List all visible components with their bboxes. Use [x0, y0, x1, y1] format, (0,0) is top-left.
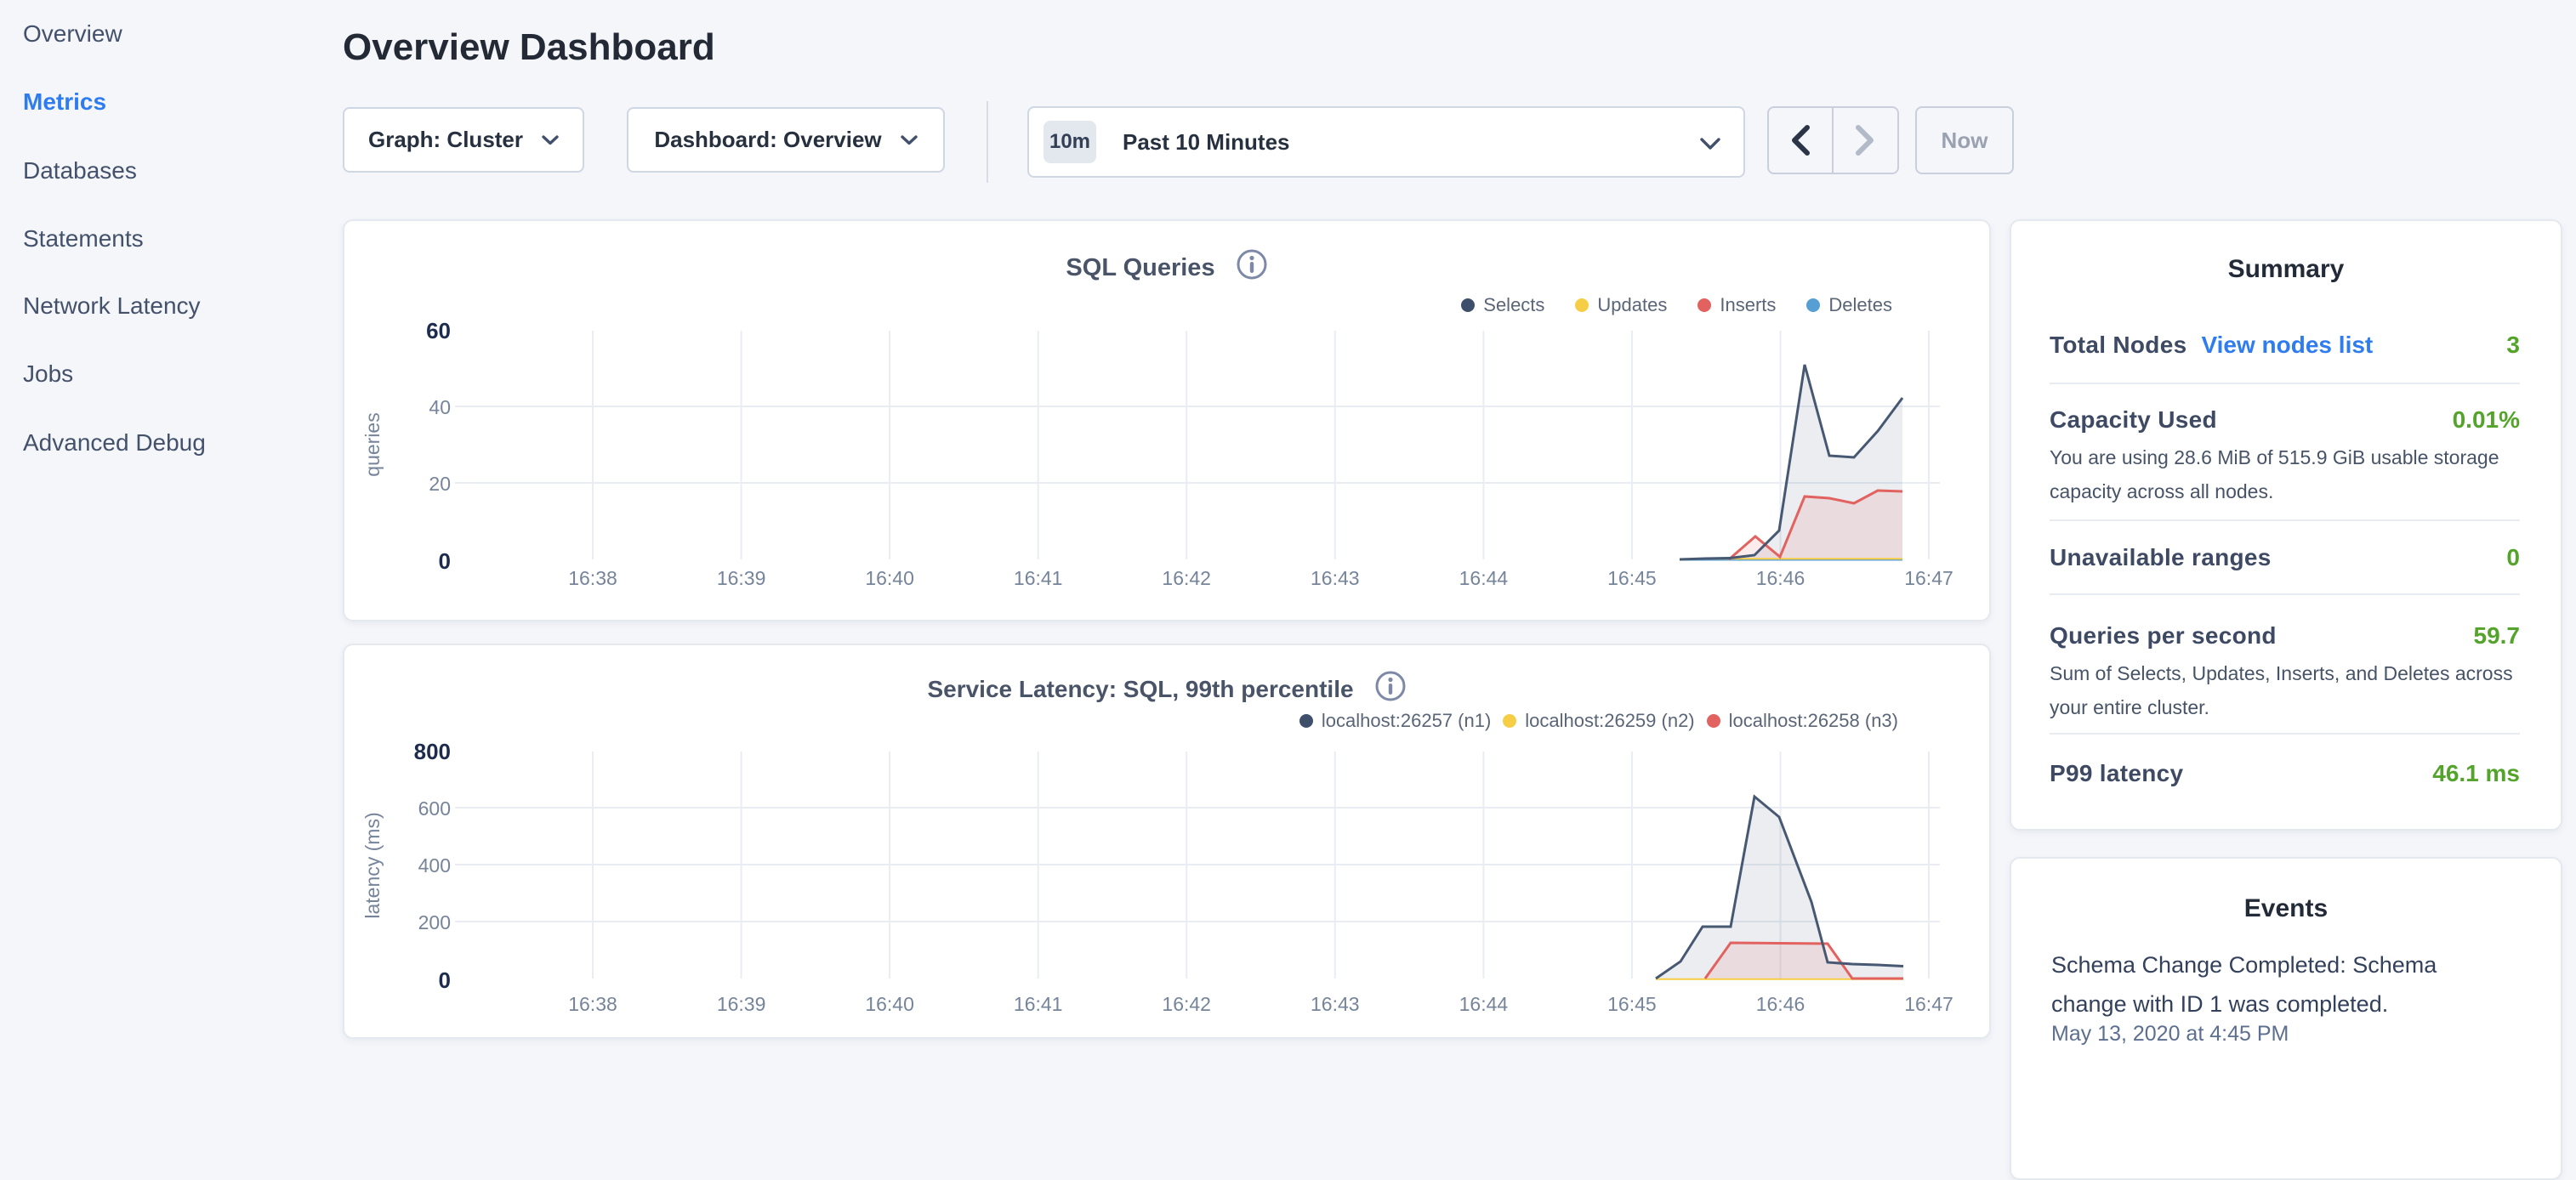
svg-text:800: 800: [414, 739, 451, 764]
svg-text:20: 20: [429, 473, 451, 495]
svg-text:16:38: 16:38: [568, 993, 617, 1015]
svg-text:16:43: 16:43: [1311, 567, 1360, 589]
svg-text:600: 600: [418, 797, 451, 820]
svg-text:60: 60: [426, 318, 451, 343]
svg-text:200: 200: [418, 911, 451, 933]
svg-text:16:46: 16:46: [1756, 993, 1805, 1015]
svg-text:16:40: 16:40: [865, 567, 914, 589]
svg-text:16:44: 16:44: [1459, 993, 1509, 1015]
svg-text:0: 0: [439, 967, 451, 993]
svg-text:queries: queries: [361, 412, 384, 476]
svg-text:16:38: 16:38: [568, 567, 617, 589]
svg-text:16:44: 16:44: [1459, 567, 1509, 589]
svg-text:16:45: 16:45: [1607, 993, 1657, 1015]
svg-text:16:39: 16:39: [717, 567, 766, 589]
svg-text:16:40: 16:40: [865, 993, 914, 1015]
svg-text:16:42: 16:42: [1162, 567, 1211, 589]
svg-text:16:39: 16:39: [717, 993, 766, 1015]
svg-text:16:45: 16:45: [1607, 567, 1657, 589]
svg-text:0: 0: [439, 548, 451, 574]
svg-text:16:42: 16:42: [1162, 993, 1211, 1015]
svg-text:16:46: 16:46: [1756, 567, 1805, 589]
svg-text:16:41: 16:41: [1014, 567, 1063, 589]
svg-text:16:47: 16:47: [1904, 993, 1953, 1015]
svg-text:16:41: 16:41: [1014, 993, 1063, 1015]
svg-text:40: 40: [429, 396, 451, 418]
svg-text:latency (ms): latency (ms): [361, 812, 384, 918]
svg-text:16:43: 16:43: [1311, 993, 1360, 1015]
svg-text:16:47: 16:47: [1904, 567, 1953, 589]
svg-text:400: 400: [418, 854, 451, 876]
